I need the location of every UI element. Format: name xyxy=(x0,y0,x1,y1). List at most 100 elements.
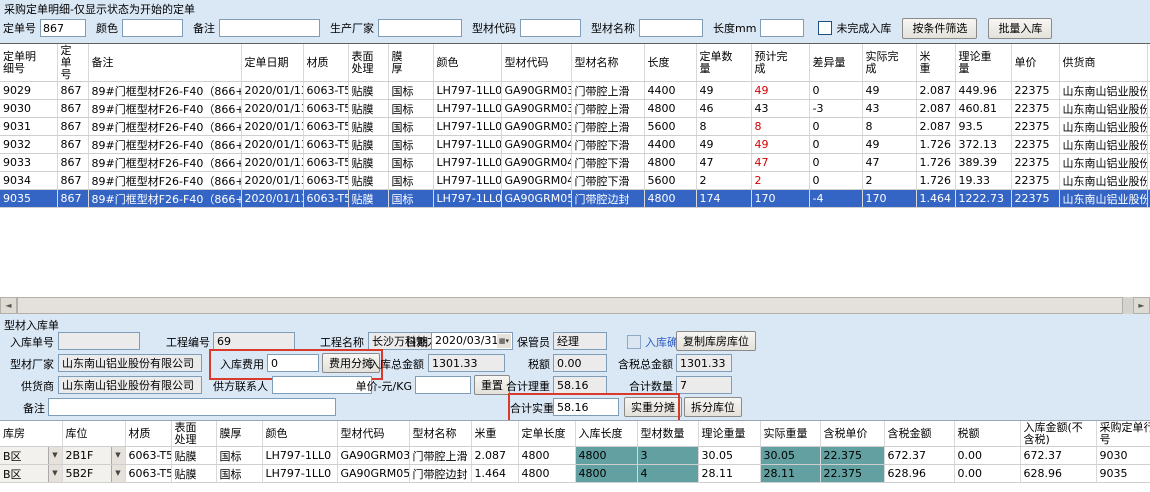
table-row[interactable]: B区▼5B2F▼6063-T5贴膜国标LH797-1LL0GA90GRM05门带… xyxy=(0,465,1150,483)
cell: LH797-1LL0 xyxy=(433,82,501,100)
cell: 30.05 xyxy=(698,447,760,465)
actual-weight-allocate-button[interactable]: 实重分摊 xyxy=(624,397,682,417)
cell: 贴膜 xyxy=(171,465,216,483)
label-total-with-tax: 含税总金额 xyxy=(613,356,673,372)
ruku-no-input[interactable] xyxy=(58,332,140,350)
column-header: 材质 xyxy=(125,421,171,447)
table-row[interactable]: 903286789#门框型材F26-F40（866+867）2020/01/13… xyxy=(0,136,1150,154)
cell: 6063-T5 xyxy=(303,82,348,100)
fee-input[interactable] xyxy=(267,354,319,372)
cell: 6063-T5 xyxy=(303,100,348,118)
copy-warehouse-location-button[interactable]: 复制库房库位 xyxy=(676,331,756,351)
cell: 0 xyxy=(809,82,862,100)
horizontal-scrollbar[interactable]: ◄ ► xyxy=(0,297,1150,314)
dropdown-arrow-icon[interactable]: ▼ xyxy=(111,447,125,464)
label-proj-no: 工程编号 xyxy=(152,334,210,350)
scroll-left-button[interactable]: ◄ xyxy=(0,297,17,314)
cell: 389.39 xyxy=(955,154,1011,172)
cell: 6063-T5 xyxy=(303,172,348,190)
unit-price-input[interactable] xyxy=(415,376,471,394)
filter-label-0: 定单号 xyxy=(3,20,36,36)
cell: 170 xyxy=(751,190,809,208)
cell: 867 xyxy=(57,172,88,190)
dropdown-arrow-icon[interactable]: ▼ xyxy=(48,465,62,482)
date-picker[interactable]: 2020/03/31 ▦▾ xyxy=(431,332,513,350)
cell: 4800 xyxy=(575,465,637,483)
remark-input[interactable] xyxy=(48,398,336,416)
table-row[interactable]: B区▼2B1F▼6063-T5贴膜国标LH797-1LL0GA90GRM03门带… xyxy=(0,447,1150,465)
cell: 372.13 xyxy=(955,136,1011,154)
cell: 28.11 xyxy=(698,465,760,483)
split-location-button[interactable]: 拆分库位 xyxy=(684,397,742,417)
cell: 贴膜 xyxy=(348,172,388,190)
table-row[interactable]: 903086789#门框型材F26-F40（866+867）2020/01/13… xyxy=(0,100,1150,118)
cell: 22.375 xyxy=(820,447,884,465)
supplier-input[interactable] xyxy=(58,376,202,394)
scrollbar-thumb[interactable] xyxy=(17,297,1123,314)
filter-input-4[interactable] xyxy=(520,19,581,37)
column-header: 长度 xyxy=(644,44,696,82)
tax-input[interactable] xyxy=(553,354,607,372)
cell: 867 xyxy=(57,100,88,118)
cell: 19.33 xyxy=(955,172,1011,190)
table-row[interactable]: 903386789#门框型材F26-F40（866+867）2020/01/13… xyxy=(0,154,1150,172)
table-row[interactable]: 902986789#门框型材F26-F40（866+867）2020/01/13… xyxy=(0,82,1150,100)
cell: 贴膜 xyxy=(348,136,388,154)
column-header: 型材名称 xyxy=(409,421,471,447)
table-row[interactable]: 903186789#门框型材F26-F40（866+867）2020/01/13… xyxy=(0,118,1150,136)
combo-cell[interactable]: 5B2F▼ xyxy=(62,465,125,483)
filter-label-5: 型材名称 xyxy=(591,20,635,36)
total-theory-input[interactable] xyxy=(553,376,607,394)
cell: 2.087 xyxy=(916,118,955,136)
combo-cell[interactable]: 2B1F▼ xyxy=(62,447,125,465)
unfinished-checkbox[interactable]: 未完成入库 xyxy=(818,20,891,36)
table-row[interactable]: 903586789#门框型材F26-F40（866+867）2020/01/13… xyxy=(0,190,1150,208)
cell: LH797-1LL0 xyxy=(262,465,337,483)
cell: GA90GRM04 xyxy=(501,154,571,172)
cell: 1.726 xyxy=(916,154,955,172)
cell: 6063-T5 xyxy=(125,465,171,483)
combo-cell[interactable]: B区▼ xyxy=(0,447,62,465)
total-qty-input[interactable] xyxy=(676,376,732,394)
cell: 2020/01/13 xyxy=(241,100,303,118)
total-with-tax-input[interactable] xyxy=(676,354,732,372)
cell: 22375 xyxy=(1011,172,1059,190)
label-total-amount: 入库总金额 xyxy=(364,356,424,372)
cell: 国标 xyxy=(388,100,433,118)
filter-input-3[interactable] xyxy=(378,19,462,37)
scroll-right-button[interactable]: ► xyxy=(1133,297,1150,314)
cell: LH797-1LL0 xyxy=(433,154,501,172)
dropdown-arrow-icon[interactable]: ▼ xyxy=(111,465,125,482)
total-actual-input[interactable] xyxy=(553,398,619,416)
filter-by-condition-button[interactable]: 按条件筛选 xyxy=(902,18,977,39)
filter-input-0[interactable] xyxy=(40,19,86,37)
column-header: 定单数 量 xyxy=(696,44,751,82)
batch-inbound-button[interactable]: 批量入库 xyxy=(988,18,1052,39)
column-header: 入库长度 xyxy=(575,421,637,447)
proj-no-input[interactable] xyxy=(213,332,295,350)
filter-input-2[interactable] xyxy=(219,19,320,37)
cell: 贴膜 xyxy=(171,447,216,465)
filter-input-5[interactable] xyxy=(639,19,703,37)
cell: 9035 xyxy=(0,190,57,208)
cell: 5600 xyxy=(644,172,696,190)
cell: 28.11 xyxy=(760,465,820,483)
cell: 4800 xyxy=(518,447,575,465)
cell: 4 xyxy=(637,465,698,483)
filter-input-6[interactable] xyxy=(760,19,804,37)
calendar-dropdown-icon[interactable]: ▦▾ xyxy=(497,334,511,348)
cell: 8 xyxy=(696,118,751,136)
cell: 2.087 xyxy=(471,447,518,465)
column-header: 差异量 xyxy=(809,44,862,82)
table-row[interactable]: 903486789#门框型材F26-F40（866+867）2020/01/13… xyxy=(0,172,1150,190)
dropdown-arrow-icon[interactable]: ▼ xyxy=(48,447,62,464)
column-header: 单价 xyxy=(1011,44,1059,82)
cell: 门带腔下滑 xyxy=(571,172,644,190)
app-window: 采购定单明细-仅显示状态为开始的定单 定单号颜色备注生产厂家型材代码型材名称长度… xyxy=(0,0,1150,492)
filter-label-4: 型材代码 xyxy=(472,20,516,36)
filter-input-1[interactable] xyxy=(122,19,183,37)
combo-cell[interactable]: B区▼ xyxy=(0,465,62,483)
keeper-input[interactable] xyxy=(553,332,607,350)
total-amount-input[interactable] xyxy=(428,354,505,372)
vendor-input[interactable] xyxy=(58,354,202,372)
